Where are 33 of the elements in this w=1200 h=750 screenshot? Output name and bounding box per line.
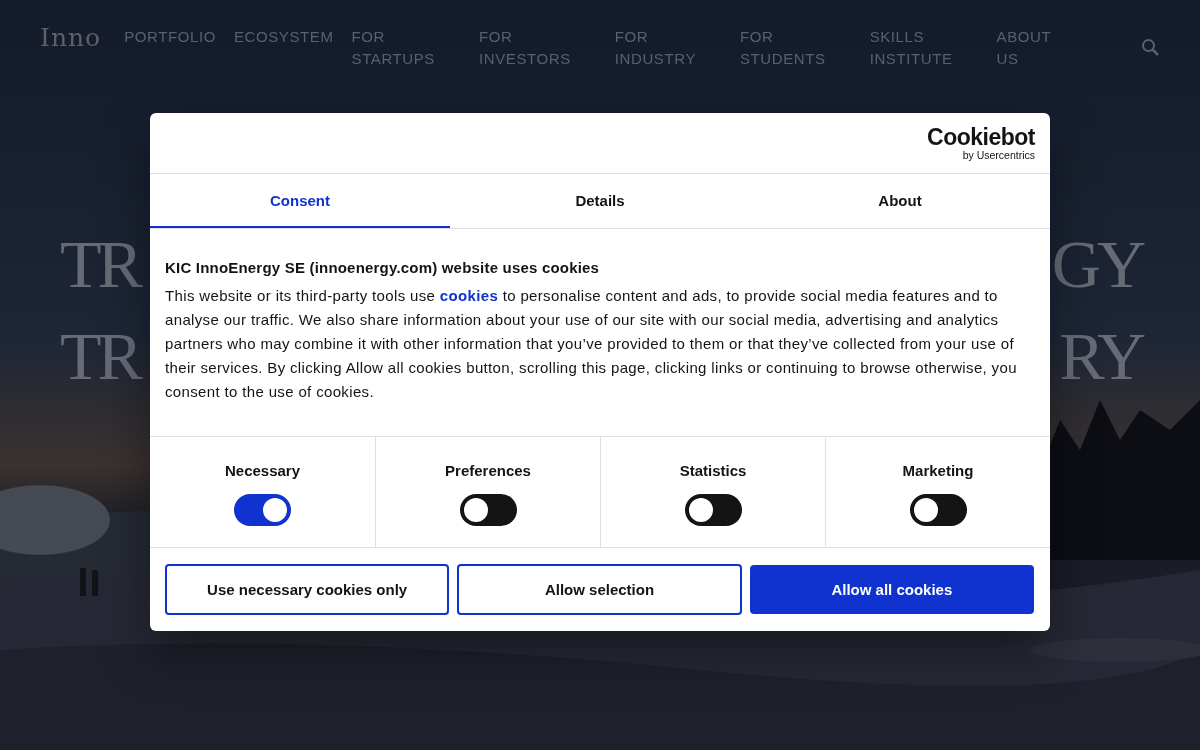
- hero-title: RY: [1059, 322, 1142, 390]
- category-label: Statistics: [679, 462, 747, 479]
- toggle-switch[interactable]: [234, 494, 291, 526]
- logo[interactable]: Inno: [40, 25, 102, 50]
- consent-button[interactable]: Use necessary cookies only: [165, 564, 450, 615]
- hero-title: GY: [1051, 230, 1142, 298]
- toggle-switch[interactable]: [459, 494, 517, 526]
- nav-link[interactable]: FOR INDUSTRY: [614, 26, 722, 70]
- search-icon[interactable]: [1141, 38, 1160, 57]
- dialog-heading: KIC InnoEnergy SE (innoenergy.com) website uses cookies: [165, 259, 601, 276]
- hero-title: TR: [60, 230, 139, 298]
- toggle-switch[interactable]: [909, 494, 967, 526]
- tab[interactable]: Details: [450, 174, 750, 228]
- nav-link[interactable]: SKILLS INSTITUTE: [869, 26, 979, 70]
- tab[interactable]: Consent: [150, 174, 450, 228]
- hero-title: TR: [60, 322, 139, 390]
- nav-link[interactable]: FOR STUDENTS: [740, 26, 852, 70]
- allow-all-button[interactable]: Allow all cookies: [749, 565, 1034, 614]
- nav-link[interactable]: FOR STARTUPS: [351, 26, 461, 70]
- consent-text: This website or its third-party tools use cookies to personalise content and ads, to provide social media features and to analyse our traffic. We also share information about your use of our site with our social media, advertising and analytics partners who may combine it with other information that you’ve provided to them or that they’ve collected from your use of their services. By clicking Allow all cookies button, scrolling this page, clicking links or continuing to browse otherwise, you consent to the use of cookies.: [165, 286, 1018, 402]
- cookies-link[interactable]: cookies: [439, 287, 499, 304]
- tab[interactable]: About: [750, 174, 1050, 228]
- brand-logo: Cookiebot: [927, 125, 1035, 149]
- category-label: Preferences: [445, 462, 531, 479]
- brand-byline: by Usercentrics: [962, 148, 1035, 161]
- nav-link[interactable]: PORTFOLIO: [124, 26, 216, 48]
- nav-link[interactable]: FOR INVESTORS: [478, 26, 597, 70]
- nav-link[interactable]: ECOSYSTEM: [233, 26, 334, 48]
- consent-button[interactable]: Allow selection: [457, 564, 742, 615]
- toggle-switch[interactable]: [684, 494, 742, 526]
- category-label: Marketing: [902, 462, 974, 479]
- nav-link[interactable]: ABOUT US: [996, 26, 1077, 70]
- category-label: Necessary: [224, 462, 301, 479]
